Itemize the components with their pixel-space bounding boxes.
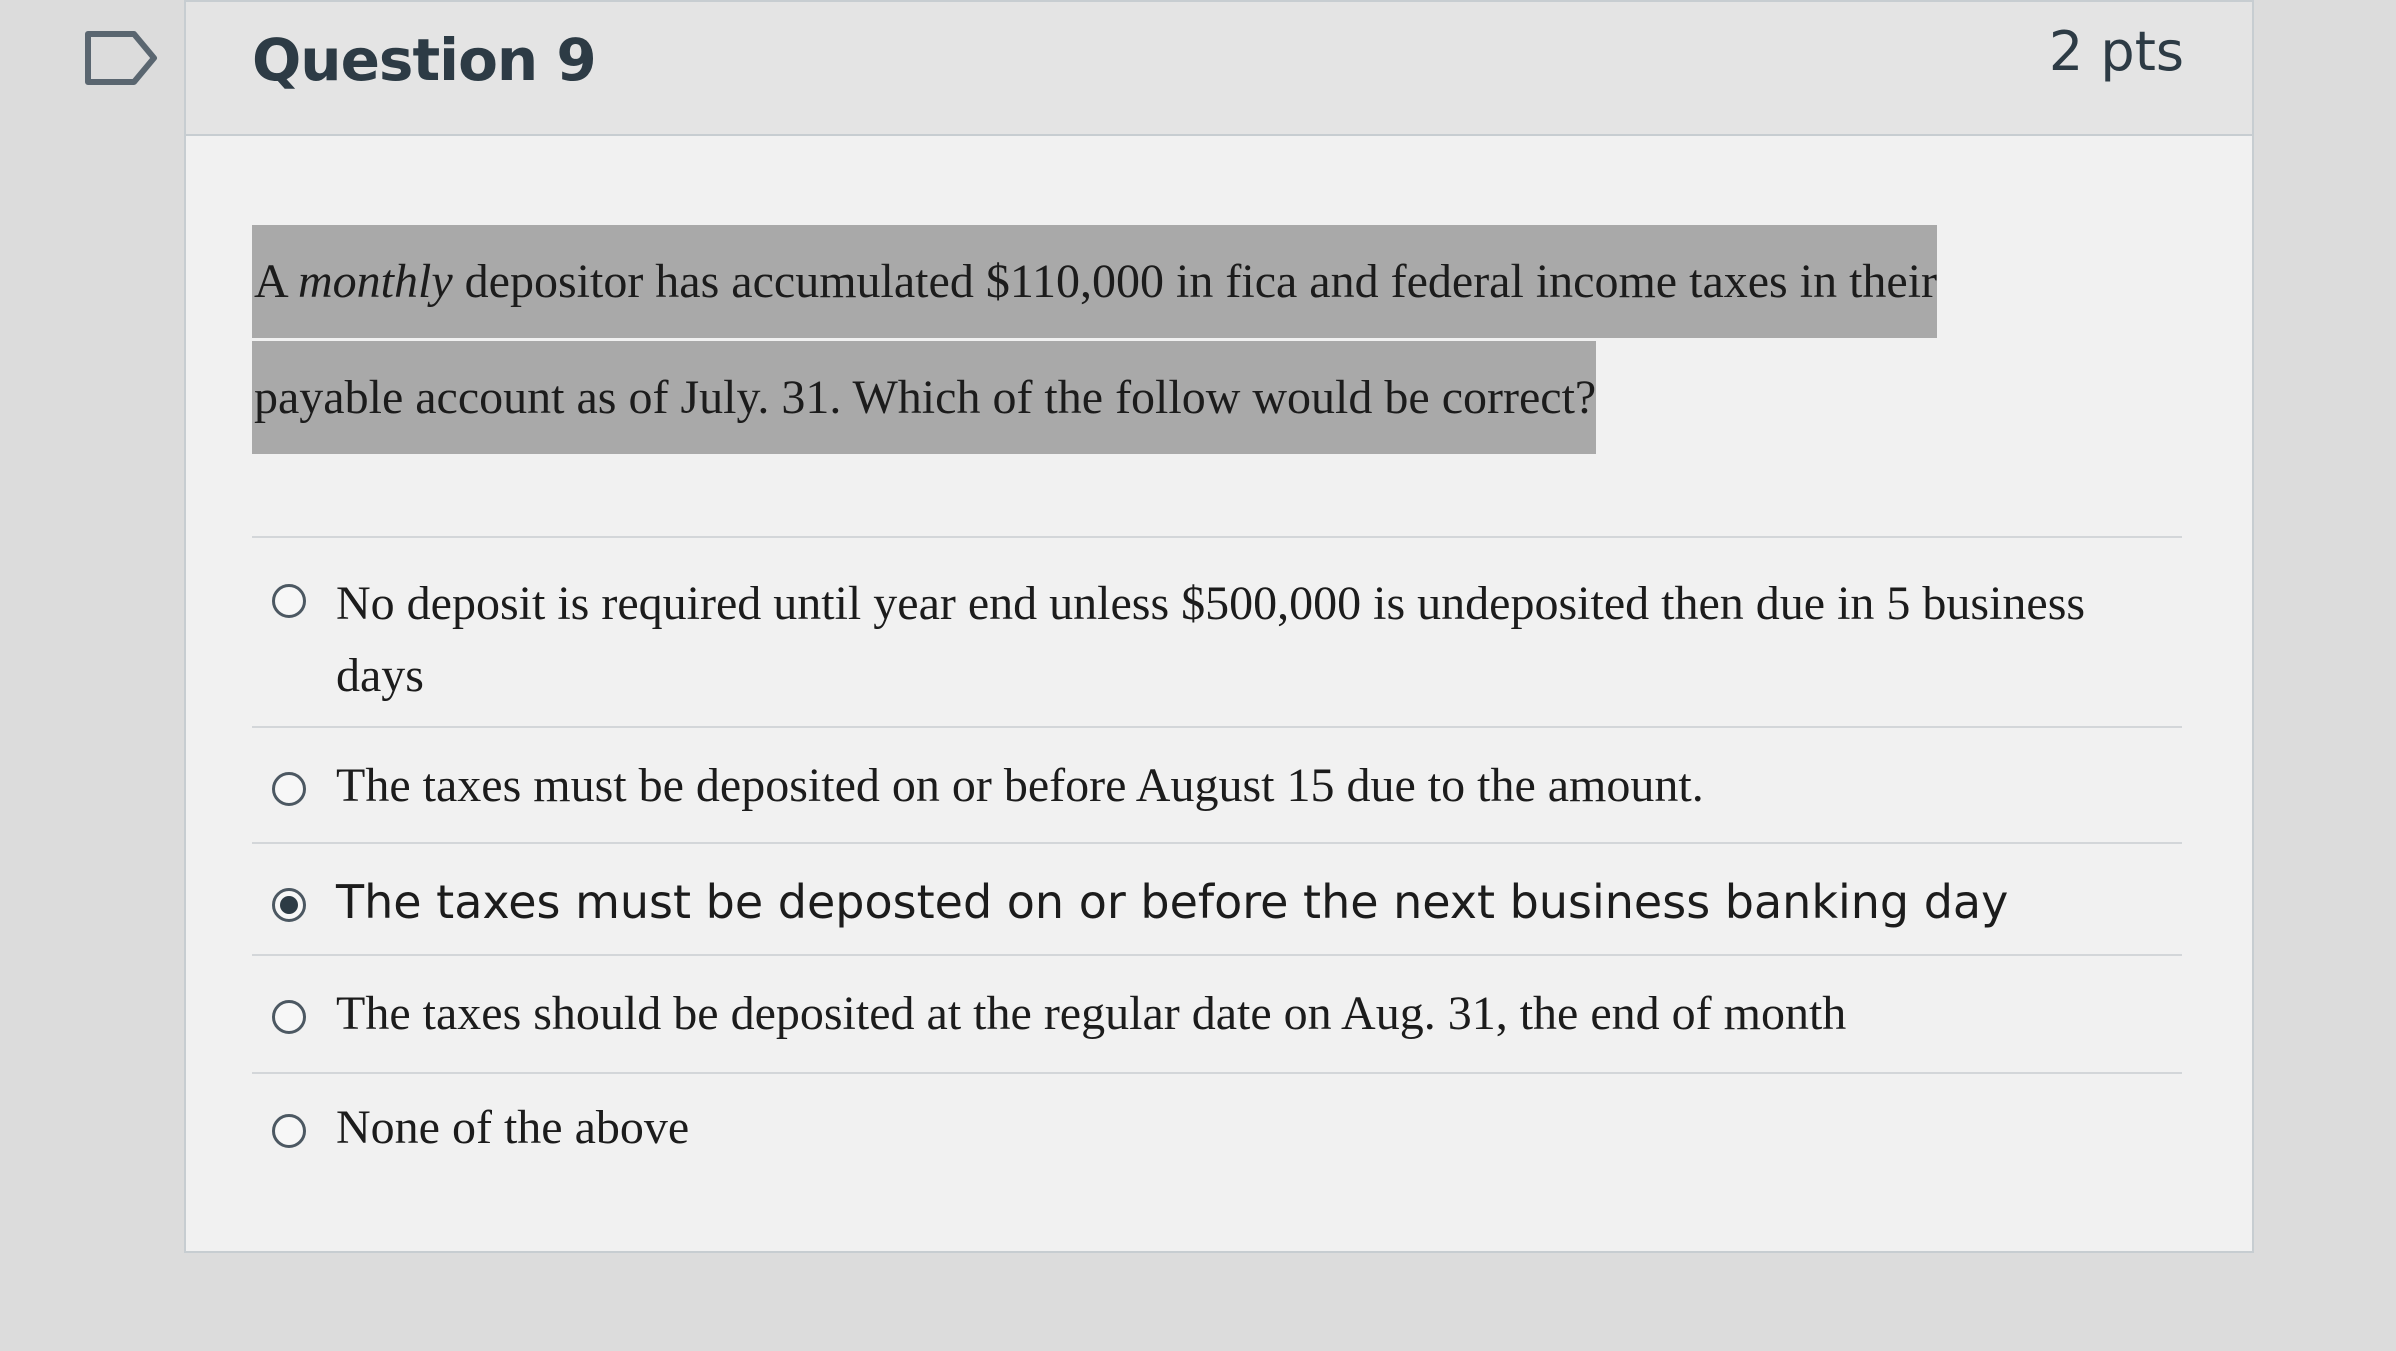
answer-option[interactable]: No deposit is required until year end un…: [252, 538, 2182, 728]
question-card: Question 9 2 pts A monthly depositor has…: [184, 0, 2254, 1253]
answer-list: No deposit is required until year end un…: [252, 536, 2182, 1186]
question-title: Question 9: [252, 26, 597, 94]
answer-label: The taxes must be deposited on or before…: [336, 759, 1704, 812]
radio-button[interactable]: [272, 584, 306, 618]
flag-question-icon[interactable]: [84, 30, 158, 86]
question-text-prefix: A: [254, 255, 299, 308]
answer-option-selected[interactable]: The taxes must be deposted on or before …: [252, 844, 2182, 956]
radio-button[interactable]: [272, 1114, 306, 1148]
question-header: Question 9 2 pts: [186, 2, 2252, 136]
answer-option[interactable]: None of the above: [252, 1074, 2182, 1186]
answer-label: The taxes must be deposted on or before …: [336, 875, 2009, 929]
answer-label: The taxes should be deposited at the reg…: [336, 987, 1847, 1040]
answer-option[interactable]: The taxes must be deposited on or before…: [252, 728, 2182, 844]
radio-button[interactable]: [272, 772, 306, 806]
question-text-highlight: A monthly depositor has accumulated $110…: [252, 225, 1938, 454]
question-text-emphasis: monthly: [298, 255, 453, 308]
radio-button[interactable]: [272, 1000, 306, 1034]
answer-label: None of the above: [336, 1101, 690, 1154]
question-text-body: depositor has accumulated $110,000 in fi…: [254, 255, 1938, 424]
answer-option[interactable]: The taxes should be deposited at the reg…: [252, 956, 2182, 1074]
answer-label: No deposit is required until year end un…: [336, 577, 2086, 702]
radio-button-checked[interactable]: [272, 888, 306, 922]
question-text: A monthly depositor has accumulated $110…: [252, 224, 2092, 456]
question-points: 2 pts: [2048, 20, 2184, 83]
